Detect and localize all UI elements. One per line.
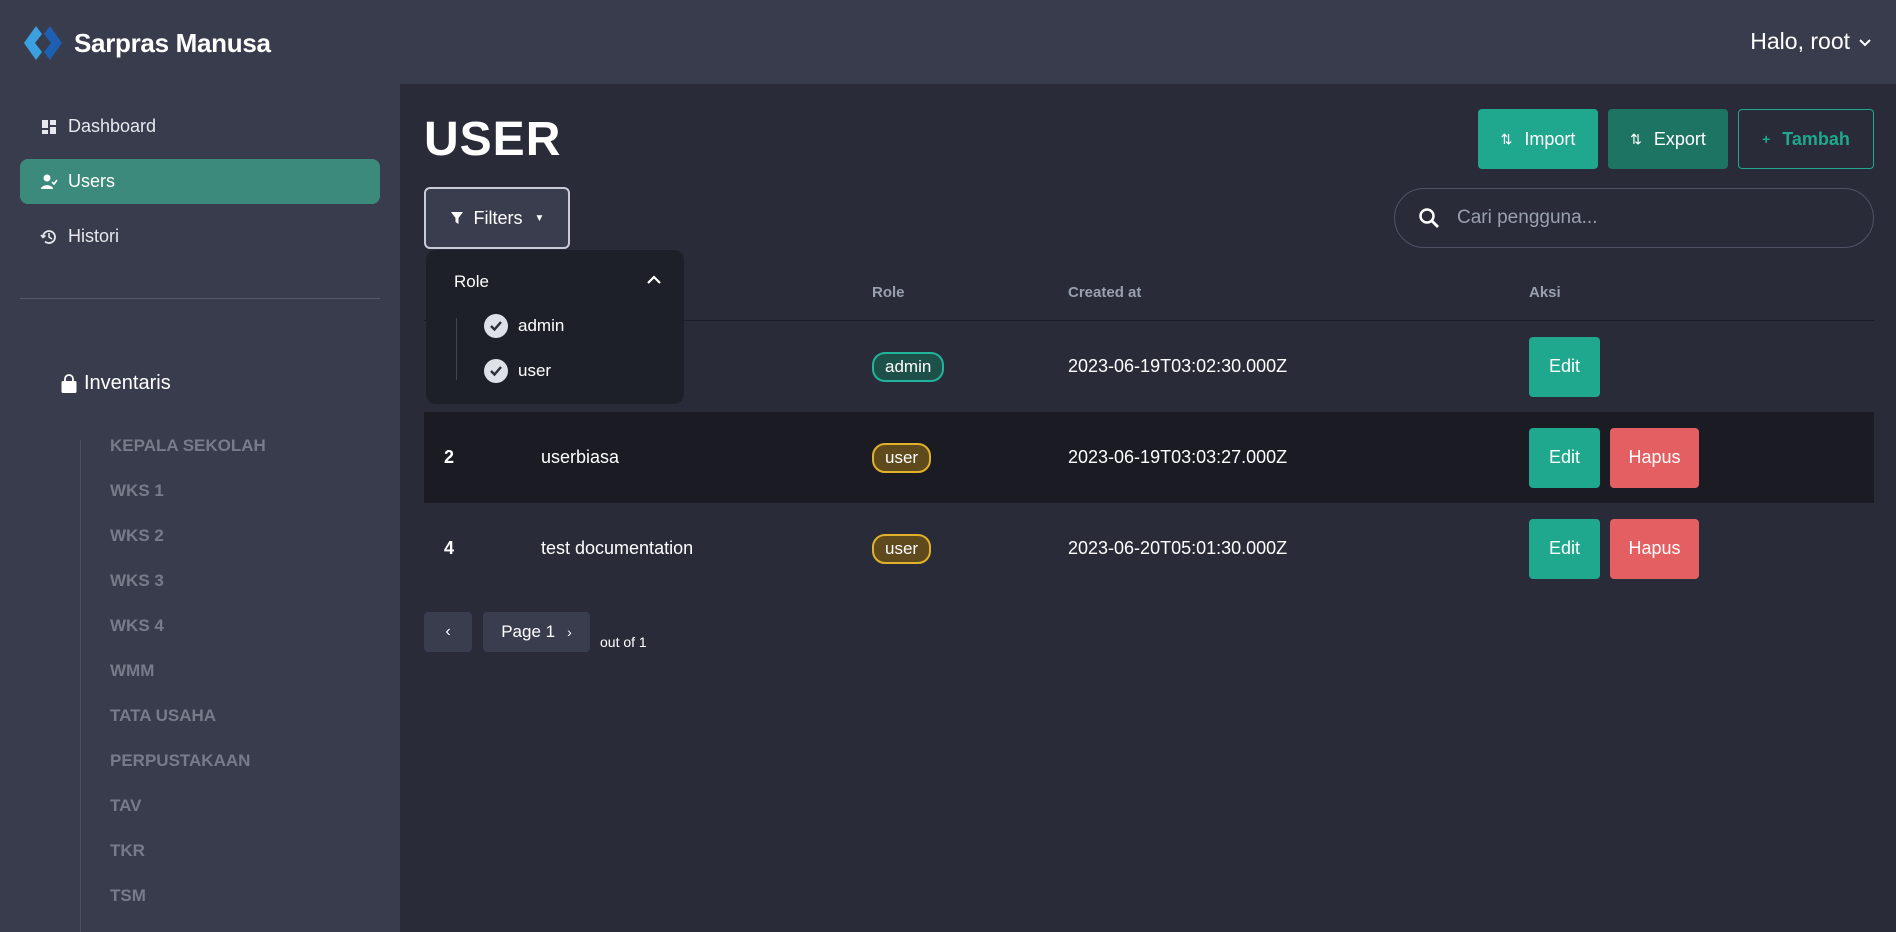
sort-arrows-icon: ⇅ [1500, 130, 1513, 147]
filter-option-label: admin [518, 316, 565, 335]
checkbox-checked-icon[interactable] [484, 359, 508, 383]
user-menu[interactable]: Halo, root [1750, 28, 1872, 55]
top-bar: Sarpras Manusa Halo, root [0, 0, 1896, 84]
filters-label: Filters [473, 207, 523, 228]
sidebar-item-label: Dashboard [68, 116, 157, 136]
inventaris-item[interactable]: WKS 4 [110, 616, 164, 636]
delete-button[interactable]: Hapus [1610, 427, 1699, 488]
inventaris-item[interactable]: WKS 1 [110, 481, 164, 501]
main-content: USER ⇅ Import ⇅ Export + Tambah Filters … [400, 84, 1896, 932]
filter-option-user[interactable]: user [484, 359, 551, 383]
table-row: 2 userbiasa user 2023-06-19T03:03:27.000… [424, 412, 1874, 503]
search-input[interactable] [1457, 207, 1837, 229]
history-icon [40, 229, 56, 244]
row-id: 4 [444, 538, 455, 558]
inventaris-heading[interactable]: Inventaris [60, 372, 171, 395]
page-select-button[interactable]: Page 1 › [483, 612, 590, 652]
checkbox-checked-icon[interactable] [484, 314, 508, 338]
filter-icon [450, 212, 463, 224]
sidebar-item-histori[interactable]: Histori [20, 214, 380, 259]
row-name: userbiasa [541, 447, 620, 467]
brand[interactable]: Sarpras Manusa [22, 24, 271, 62]
sort-arrows-icon: ⇅ [1630, 130, 1642, 147]
chevron-right-icon: › [567, 624, 572, 640]
sidebar-item-dashboard[interactable]: Dashboard [20, 104, 380, 149]
search-icon [1419, 208, 1439, 228]
sidebar-divider [20, 298, 380, 299]
role-filter-heading[interactable]: Role [454, 272, 489, 292]
column-header-role[interactable]: Role [872, 284, 905, 301]
edit-button[interactable]: Edit [1529, 518, 1600, 579]
table-row: 4 test documentation user 2023-06-20T05:… [424, 503, 1874, 594]
inventaris-item[interactable]: KEPALA SEKOLAH [110, 436, 266, 456]
import-label: Import [1524, 128, 1576, 149]
filters-button[interactable]: Filters ▼ [424, 187, 570, 249]
inventaris-item[interactable]: WMM [110, 661, 154, 681]
delete-button[interactable]: Hapus [1610, 518, 1699, 579]
sidebar-item-label: Histori [68, 226, 120, 246]
chevron-up-icon[interactable] [646, 272, 662, 288]
inventaris-title: Inventaris [84, 372, 171, 394]
column-header-created[interactable]: Created at [1068, 284, 1141, 301]
inventaris-item[interactable]: TKR [110, 841, 145, 861]
role-badge: user [872, 533, 932, 564]
row-created: 2023-06-20T05:01:30.000Z [1068, 538, 1288, 558]
dashboard-icon [42, 119, 56, 134]
row-created: 2023-06-19T03:02:30.000Z [1068, 356, 1288, 376]
column-header-actions: Aksi [1529, 284, 1561, 301]
inventaris-item[interactable]: TSM [110, 886, 146, 906]
inventaris-item[interactable]: PERPUSTAKAAN [110, 751, 250, 771]
user-greeting: Halo, root [1750, 28, 1850, 54]
role-badge: user [872, 442, 932, 473]
sidebar-item-users[interactable]: Users [20, 159, 380, 204]
bag-icon [61, 373, 77, 393]
inventaris-item[interactable]: WKS 2 [110, 526, 164, 546]
plus-icon: + [1762, 131, 1771, 147]
add-button[interactable]: + Tambah [1738, 109, 1874, 169]
inventaris-tree-line [80, 440, 81, 932]
brand-name: Sarpras Manusa [74, 27, 271, 58]
page-total: out of 1 [600, 634, 647, 650]
export-button[interactable]: ⇅ Export [1608, 109, 1728, 169]
sidebar: Dashboard Users Histori Inventaris KEPAL… [0, 84, 400, 932]
chevron-down-icon [1859, 38, 1871, 46]
logo-icon [24, 26, 62, 60]
role-badge: admin [872, 351, 945, 382]
caret-down-icon: ▼ [534, 212, 545, 224]
page-label: Page 1 [501, 622, 556, 641]
edit-button[interactable]: Edit [1529, 427, 1600, 488]
row-id: 2 [444, 447, 455, 467]
export-label: Export [1653, 128, 1706, 149]
search-box [1394, 188, 1874, 248]
edit-button[interactable]: Edit [1529, 336, 1600, 397]
tambah-label: Tambah [1782, 128, 1850, 149]
inventaris-item[interactable]: TATA USAHA [110, 706, 216, 726]
filter-option-admin[interactable]: admin [484, 314, 564, 338]
prev-page-button[interactable]: ‹ [424, 612, 472, 652]
import-button[interactable]: ⇅ Import [1478, 109, 1598, 169]
sidebar-item-label: Users [68, 171, 116, 191]
chevron-left-icon: ‹ [445, 623, 451, 640]
filter-option-label: user [518, 361, 552, 380]
row-name: test documentation [541, 538, 694, 558]
inventaris-item[interactable]: TAV [110, 796, 141, 816]
user-check-icon [41, 174, 58, 189]
row-created: 2023-06-19T03:03:27.000Z [1068, 447, 1288, 467]
filters-dropdown: Role admin user [426, 250, 684, 404]
inventaris-item[interactable]: WKS 3 [110, 571, 164, 591]
filter-tree-line [456, 318, 457, 380]
page-title: USER [424, 113, 562, 166]
